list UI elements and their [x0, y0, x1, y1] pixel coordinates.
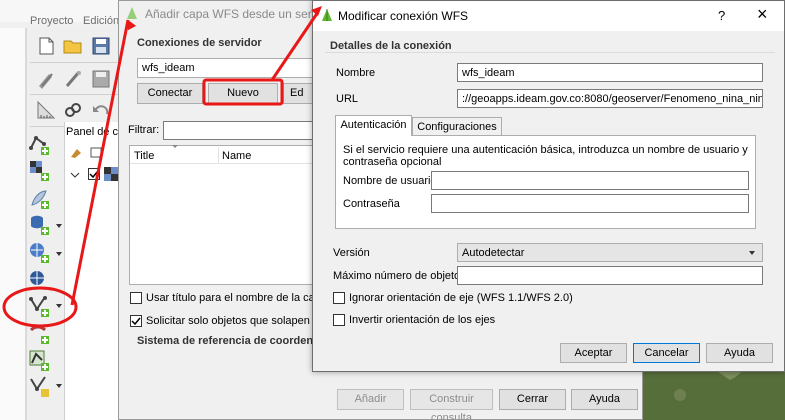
filter-label: Filtrar:	[128, 124, 160, 136]
add-vector-layer-icon[interactable]	[28, 133, 49, 155]
column-title[interactable]: Title	[134, 150, 154, 162]
map-tips-icon[interactable]	[63, 69, 83, 89]
new-shapefile-icon[interactable]	[28, 375, 49, 397]
modify-dialog-title: Modificar conexión WFS	[338, 9, 469, 23]
username-input[interactable]	[431, 171, 749, 190]
ignore-axis-label: Ignorar orientación de eje (WFS 1.1/WFS …	[349, 292, 573, 304]
ignore-axis-checkbox[interactable]	[333, 292, 345, 304]
style-icon[interactable]	[70, 146, 82, 158]
layer-visibility-checkbox[interactable]	[88, 168, 100, 180]
version-select-value: Autodetectar	[462, 247, 525, 259]
save-project-icon[interactable]	[91, 36, 111, 56]
version-select[interactable]: Autodetectar	[457, 243, 763, 262]
menu-edicion[interactable]: Edición	[83, 15, 119, 27]
max-features-input[interactable]	[457, 266, 763, 285]
close-button[interactable]: Cerrar	[499, 389, 566, 410]
use-title-label: Usar título para el nombre de la capa	[146, 292, 327, 304]
auth-note: Si el servicio requiere una autenticació…	[343, 144, 748, 168]
qgis-left-dock	[0, 28, 26, 420]
layers-panel-title: Panel de ca	[66, 126, 125, 138]
use-title-checkbox[interactable]	[130, 292, 142, 304]
connect-button[interactable]: Conectar	[137, 83, 203, 104]
menu-proyecto[interactable]: Proyecto	[30, 15, 73, 27]
invert-axis-checkbox[interactable]	[333, 314, 345, 326]
add-delimited-text-icon[interactable]	[28, 187, 49, 209]
tab-configuraciones[interactable]: Configuraciones	[412, 117, 502, 137]
connection-select[interactable]: wfs_ideam	[137, 58, 317, 78]
raster-layer-icon	[104, 167, 118, 181]
crs-group: Sistema de referencia de coordena	[137, 335, 320, 347]
cancel-button[interactable]: Cancelar	[633, 343, 700, 363]
measure-icon[interactable]	[36, 100, 56, 120]
add-raster-layer-icon[interactable]	[28, 159, 49, 181]
layers-table[interactable]	[129, 145, 319, 285]
qgis-menubar: Proyecto Edición	[0, 0, 120, 27]
column-name[interactable]: Name	[222, 150, 251, 162]
add-wcs-layer-icon[interactable]	[28, 269, 48, 289]
url-label: URL	[336, 93, 359, 105]
add-wms-layer-icon[interactable]	[28, 241, 49, 263]
name-label: Nombre	[336, 67, 376, 79]
url-input[interactable]: ://geoapps.ideam.gov.co:8080/geoserver/F…	[457, 89, 763, 108]
only-overlap-checkbox[interactable]	[130, 315, 142, 327]
new-connection-button[interactable]: Nuevo	[208, 83, 278, 104]
close-titlebar-button[interactable]: ×	[757, 4, 768, 25]
qgis-dialog-icon	[320, 8, 334, 22]
name-input[interactable]: wfs_ideam	[457, 63, 763, 82]
open-project-icon[interactable]	[63, 36, 83, 56]
qgis-dialog-icon	[125, 6, 139, 20]
tab-autenticacion[interactable]: Autenticación	[335, 115, 412, 136]
sort-indicator-icon	[172, 145, 178, 148]
filter-input[interactable]	[163, 121, 323, 140]
digitize-icon[interactable]	[36, 69, 56, 89]
modify-help-button[interactable]: Ayuda	[706, 343, 773, 363]
pan-icon[interactable]	[63, 100, 83, 120]
help-titlebar-button[interactable]: ?	[718, 8, 725, 23]
add-button[interactable]: Añadir	[337, 389, 404, 410]
invert-axis-label: Invertir orientación de los ejes	[349, 314, 496, 326]
accept-button[interactable]: Aceptar	[560, 343, 627, 363]
max-features-label: Máximo número de objetos	[333, 270, 466, 282]
undo-icon[interactable]	[91, 100, 111, 120]
username-label: Nombre de usuario	[343, 175, 437, 187]
server-connections-group: Conexiones de servidor	[137, 37, 262, 49]
version-label: Versión	[333, 247, 370, 259]
expand-icon[interactable]	[70, 170, 80, 180]
add-postgis-layer-icon[interactable]	[28, 213, 49, 235]
password-label: Contraseña	[343, 198, 400, 210]
connection-details-group: Detalles de la conexión	[330, 40, 452, 52]
password-input[interactable]	[431, 194, 749, 213]
add-spatialite-layer-icon[interactable]	[28, 322, 49, 344]
help-button[interactable]: Ayuda	[571, 389, 638, 410]
wfs-dialog-title: Añadir capa WFS desde un servidor	[145, 7, 338, 21]
new-project-icon[interactable]	[36, 36, 56, 56]
save-edits-icon[interactable]	[91, 69, 111, 89]
build-query-button[interactable]: Construir consulta	[410, 389, 493, 420]
chevron-down-icon	[749, 251, 755, 255]
add-group-icon[interactable]	[90, 146, 102, 158]
add-wfs-layer-icon[interactable]	[28, 295, 49, 317]
add-virtual-layer-icon[interactable]	[28, 349, 49, 371]
